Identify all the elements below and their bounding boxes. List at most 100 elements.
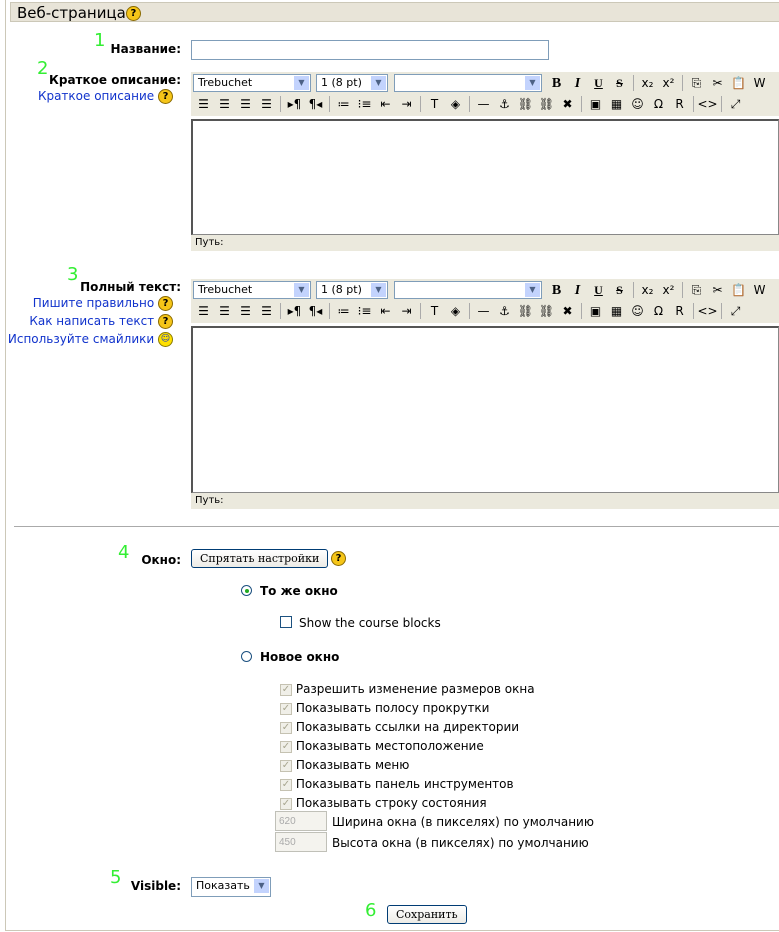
- text-color-icon[interactable]: T: [424, 95, 445, 113]
- table-icon[interactable]: ▦: [606, 95, 627, 113]
- option-checkbox[interactable]: ✓: [280, 759, 292, 772]
- superscript-icon[interactable]: x²: [658, 74, 679, 92]
- italic-icon[interactable]: I: [567, 281, 588, 299]
- help-icon[interactable]: ?: [125, 6, 141, 21]
- copy-icon[interactable]: ⎘: [686, 281, 707, 299]
- underline-icon[interactable]: U: [588, 74, 609, 92]
- cleanup-icon[interactable]: R: [669, 302, 690, 320]
- justify-icon[interactable]: ☰: [256, 302, 277, 320]
- same-window-radio[interactable]: [241, 585, 252, 596]
- horizontal-rule-icon[interactable]: —: [473, 95, 494, 113]
- option-checkbox[interactable]: ✓: [280, 778, 292, 791]
- height-input[interactable]: [275, 832, 327, 852]
- link-icon[interactable]: ⛓: [515, 95, 536, 113]
- hide-settings-button[interactable]: Спрятать настройки: [191, 549, 329, 568]
- ltr-icon[interactable]: ▸¶: [284, 302, 305, 320]
- justify-icon[interactable]: ☰: [256, 95, 277, 113]
- smiley-icon[interactable]: ☺: [627, 95, 648, 113]
- fullscreen-icon[interactable]: ⤢: [725, 95, 746, 113]
- help-icon[interactable]: ?: [158, 296, 173, 311]
- align-left-icon[interactable]: ☰: [193, 302, 214, 320]
- new-window-radio[interactable]: [241, 651, 252, 662]
- align-center-icon[interactable]: ☰: [214, 302, 235, 320]
- editor-textarea[interactable]: [191, 326, 779, 493]
- fullscreen-icon[interactable]: ⤢: [725, 302, 746, 320]
- image-icon[interactable]: ▣: [585, 95, 606, 113]
- text-color-icon[interactable]: T: [424, 302, 445, 320]
- indent-icon[interactable]: ⇥: [396, 95, 417, 113]
- rtl-icon[interactable]: ¶◂: [305, 95, 326, 113]
- smiley-icon[interactable]: ☺: [158, 332, 173, 347]
- help-icon[interactable]: ?: [158, 89, 173, 104]
- use-smileys-link[interactable]: Используйте смайлики ☺: [8, 332, 173, 347]
- ltr-icon[interactable]: ▸¶: [284, 95, 305, 113]
- align-right-icon[interactable]: ☰: [235, 302, 256, 320]
- link-text[interactable]: Пишите правильно: [33, 296, 154, 310]
- link-icon[interactable]: ⛓: [515, 302, 536, 320]
- cut-icon[interactable]: ✂: [707, 281, 728, 299]
- help-icon[interactable]: ?: [158, 314, 173, 329]
- write-correctly-link[interactable]: Пишите правильно ?: [33, 296, 173, 311]
- size-select[interactable]: 1 (8 pt) ▼: [316, 74, 388, 92]
- option-checkbox[interactable]: ✓: [280, 797, 292, 810]
- highlight-color-icon[interactable]: ◈: [445, 95, 466, 113]
- superscript-icon[interactable]: x²: [658, 281, 679, 299]
- paste-word-icon[interactable]: W: [749, 281, 770, 299]
- cut-icon[interactable]: ✂: [707, 74, 728, 92]
- copy-icon[interactable]: ⎘: [686, 74, 707, 92]
- paste-icon[interactable]: 📋: [728, 74, 749, 92]
- image-icon[interactable]: ▣: [585, 302, 606, 320]
- italic-icon[interactable]: I: [567, 74, 588, 92]
- outdent-icon[interactable]: ⇤: [375, 95, 396, 113]
- smiley-icon[interactable]: ☺: [627, 302, 648, 320]
- html-source-icon[interactable]: <>: [697, 302, 718, 320]
- format-select[interactable]: ▼: [394, 281, 542, 299]
- option-checkbox[interactable]: ✓: [280, 721, 292, 734]
- font-select[interactable]: Trebuchet ▼: [193, 74, 311, 92]
- paste-word-icon[interactable]: W: [749, 74, 770, 92]
- anchor-icon[interactable]: ⚓: [494, 302, 515, 320]
- editor-textarea[interactable]: [191, 119, 779, 235]
- align-right-icon[interactable]: ☰: [235, 95, 256, 113]
- rtl-icon[interactable]: ¶◂: [305, 302, 326, 320]
- unlink-icon[interactable]: ⛓: [536, 302, 557, 320]
- align-left-icon[interactable]: ☰: [193, 95, 214, 113]
- special-char-icon[interactable]: Ω: [648, 302, 669, 320]
- strikethrough-icon[interactable]: S: [609, 74, 630, 92]
- name-input[interactable]: [191, 40, 549, 60]
- table-icon[interactable]: ▦: [606, 302, 627, 320]
- bold-icon[interactable]: B: [546, 281, 567, 299]
- help-icon[interactable]: ?: [331, 551, 346, 566]
- size-select[interactable]: 1 (8 pt) ▼: [316, 281, 388, 299]
- nolink-icon[interactable]: ✖: [557, 95, 578, 113]
- subscript-icon[interactable]: x₂: [637, 74, 658, 92]
- nolink-icon[interactable]: ✖: [557, 302, 578, 320]
- unordered-list-icon[interactable]: ⁝≡: [354, 302, 375, 320]
- save-button[interactable]: Сохранить: [387, 905, 467, 924]
- highlight-color-icon[interactable]: ◈: [445, 302, 466, 320]
- indent-icon[interactable]: ⇥: [396, 302, 417, 320]
- paste-icon[interactable]: 📋: [728, 281, 749, 299]
- underline-icon[interactable]: U: [588, 281, 609, 299]
- option-checkbox[interactable]: ✓: [280, 740, 292, 753]
- html-source-icon[interactable]: <>: [697, 95, 718, 113]
- link-text[interactable]: Используйте смайлики: [8, 332, 154, 346]
- summary-help-link[interactable]: Краткое описание ?: [38, 89, 173, 104]
- ordered-list-icon[interactable]: ≔: [333, 302, 354, 320]
- ordered-list-icon[interactable]: ≔: [333, 95, 354, 113]
- option-checkbox[interactable]: ✓: [280, 702, 292, 715]
- width-input[interactable]: [275, 811, 327, 831]
- how-to-write-link[interactable]: Как написать текст ?: [29, 314, 173, 329]
- anchor-icon[interactable]: ⚓: [494, 95, 515, 113]
- unlink-icon[interactable]: ⛓: [536, 95, 557, 113]
- outdent-icon[interactable]: ⇤: [375, 302, 396, 320]
- horizontal-rule-icon[interactable]: —: [473, 302, 494, 320]
- subscript-icon[interactable]: x₂: [637, 281, 658, 299]
- font-select[interactable]: Trebuchet ▼: [193, 281, 311, 299]
- visible-select[interactable]: Показать ▼: [191, 877, 271, 897]
- format-select[interactable]: ▼: [394, 74, 542, 92]
- special-char-icon[interactable]: Ω: [648, 95, 669, 113]
- link-text[interactable]: Краткое описание: [38, 89, 154, 103]
- unordered-list-icon[interactable]: ⁝≡: [354, 95, 375, 113]
- link-text[interactable]: Как написать текст: [29, 314, 154, 328]
